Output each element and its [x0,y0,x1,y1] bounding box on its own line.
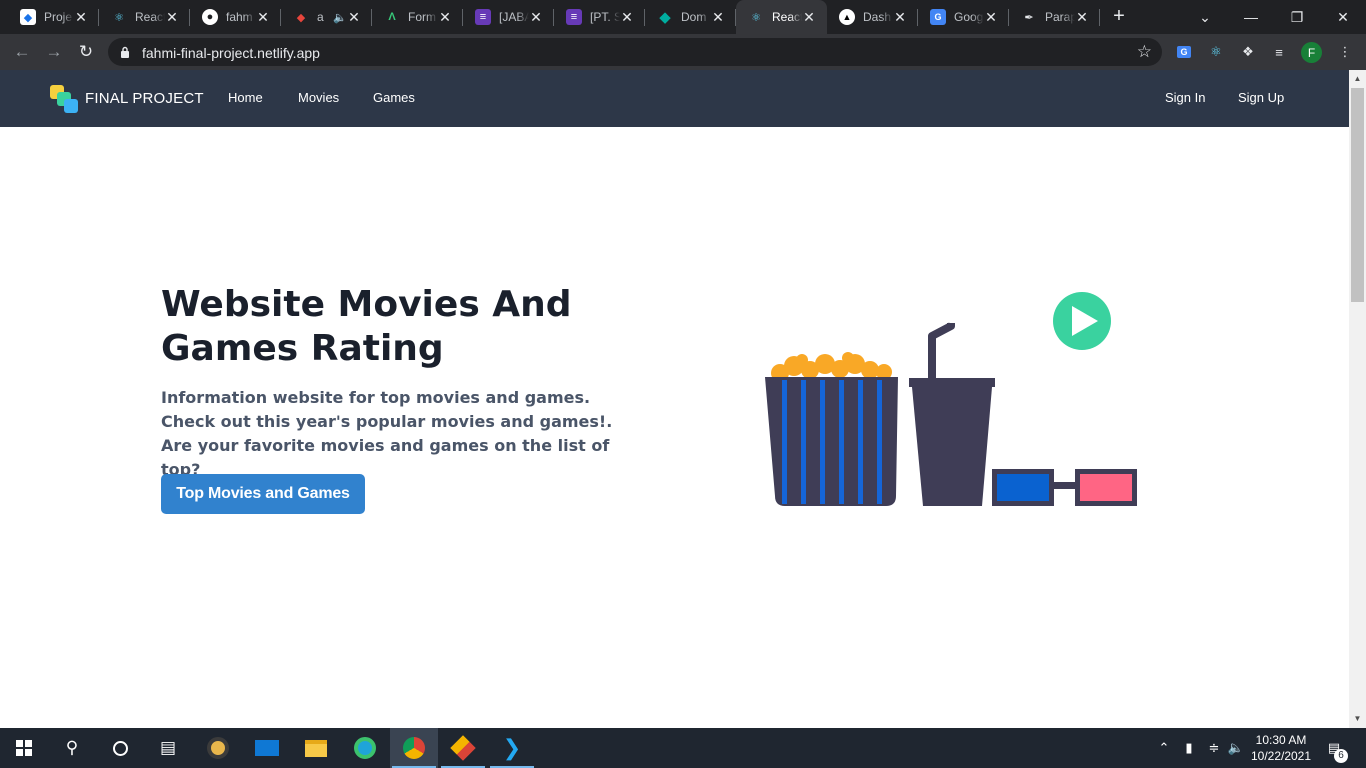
react-icon: ⚛ [114,11,124,24]
list-icon: ≡ [566,9,582,25]
browser-toolbar: ← → ↻ fahmi-final-project.netlify.app ☆ … [0,34,1366,70]
address-bar[interactable]: fahmi-final-project.netlify.app ☆ [108,38,1162,66]
scroll-thumb[interactable] [1351,88,1364,302]
battery-icon[interactable]: ▮ [1178,728,1200,768]
browser-tab[interactable]: ✒ Parap ✕ [1009,0,1100,34]
back-arrow-icon[interactable]: ← [10,40,34,64]
close-tab-icon[interactable]: ✕ [983,9,999,25]
browser-tab[interactable]: ◆ a 🔈 ✕ [281,0,372,34]
browser-tab[interactable]: ⚛ React ✕ [99,0,190,34]
audio-site-icon: ◆ [296,11,306,24]
windows-taskbar: ⚲ ▤ ❯ ⌃ ▮ ≑ 🔈 10:30 AM 10/22/2021 ▤ 6 [0,728,1366,768]
file-explorer-icon[interactable] [292,728,340,768]
tab-search-chevron-icon[interactable]: ⌄ [1182,0,1228,34]
menu-kebab-icon[interactable]: ⋮ [1334,41,1356,63]
diamond-icon: ◆ [659,9,671,26]
browser-tab[interactable]: ▲ Dash ✕ [827,0,918,34]
search-icon[interactable]: ⚲ [48,728,96,768]
scroll-up-arrow-icon[interactable]: ▲ [1349,72,1366,86]
close-tab-icon[interactable]: ✕ [1074,9,1090,25]
groove-music-icon[interactable] [194,728,242,768]
tray-chevron-up-icon[interactable]: ⌃ [1154,728,1174,768]
hero-description: Information website for top movies and g… [161,388,613,479]
play-button-icon [1053,292,1111,350]
hero-title: Website Movies And Games Rating [161,284,572,369]
task-view-icon[interactable]: ▤ [144,728,192,768]
lock-icon [121,46,129,58]
google-translate-extension-icon[interactable]: G [1173,41,1195,63]
browser-tab[interactable]: ● fahm ✕ [190,0,281,34]
close-tab-icon[interactable]: ✕ [892,9,908,25]
chrome-taskbar-icon[interactable] [390,728,438,768]
nav-movies-link[interactable]: Movies [298,90,339,105]
brand-name[interactable]: FINAL PROJECT [85,90,204,107]
website-viewport: FINAL PROJECT Home Movies Games Sign In … [0,70,1349,728]
vercel-icon: ▲ [839,9,855,25]
browser-tab[interactable]: G Goog ✕ [918,0,1009,34]
sign-in-link[interactable]: Sign In [1165,90,1205,105]
feather-icon: ✒ [1024,11,1034,24]
nav-games-link[interactable]: Games [373,90,415,105]
reload-icon[interactable]: ↻ [74,40,98,64]
profile-avatar[interactable]: F [1301,42,1322,63]
close-tab-icon[interactable]: ✕ [164,9,180,25]
github-icon: ● [202,9,218,25]
url-text: fahmi-final-project.netlify.app [142,45,320,61]
react-icon: ⚛ [751,11,761,24]
speaker-icon[interactable]: 🔈 [333,11,347,24]
popcorn-bucket-icon [765,352,898,506]
edge-icon[interactable] [341,728,389,768]
extensions-puzzle-icon[interactable]: ❖ [1237,41,1259,63]
close-tab-icon[interactable]: ✕ [710,9,726,25]
browser-tab-active[interactable]: ⚛ React ✕ [736,0,827,34]
git-app-icon[interactable] [439,728,487,768]
bookmark-star-icon[interactable]: ☆ [1137,42,1152,62]
page-scrollbar[interactable]: ▲ ▼ [1349,70,1366,728]
browser-tab[interactable]: ≡ [PT. S ✕ [554,0,645,34]
vscode-icon[interactable]: ❯ [488,728,536,768]
mail-icon[interactable] [243,728,291,768]
site-favicon-icon: ◆ [20,9,36,25]
close-tab-icon[interactable]: ✕ [801,9,817,25]
sign-up-link[interactable]: Sign Up [1238,90,1284,105]
close-tab-icon[interactable]: ✕ [346,9,362,25]
taskbar-clock[interactable]: 10:30 AM 10/22/2021 [1248,732,1314,764]
minimize-button[interactable]: — [1228,0,1274,34]
cinema-illustration [765,292,1137,506]
close-tab-icon[interactable]: ✕ [528,9,544,25]
nav-home-link[interactable]: Home [228,90,263,105]
logo-icon [50,85,78,113]
browser-tab-strip: ◆ Proje ✕ ⚛ React ✕ ● fahm ✕ ◆ a 🔈 ✕ Λ F… [0,0,1366,34]
site-navbar: FINAL PROJECT Home Movies Games Sign In … [0,70,1349,127]
browser-tab[interactable]: ◆ Dom ✕ [645,0,736,34]
media-control-icon[interactable]: ≡ [1268,41,1290,63]
volume-icon[interactable]: 🔈 [1226,728,1246,768]
react-devtools-icon[interactable]: ⚛ [1205,41,1227,63]
browser-tab[interactable]: Λ Form ✕ [372,0,463,34]
top-movies-games-button[interactable]: Top Movies and Games [161,474,365,514]
restore-button[interactable]: ❐ [1274,0,1320,34]
forward-arrow-icon[interactable]: → [42,40,66,64]
browser-tab[interactable]: ◆ Proje ✕ [8,0,99,34]
close-tab-icon[interactable]: ✕ [437,9,453,25]
close-tab-icon[interactable]: ✕ [73,9,89,25]
clock-date: 10/22/2021 [1250,749,1312,763]
clock-time: 10:30 AM [1255,733,1307,747]
close-tab-icon[interactable]: ✕ [619,9,635,25]
close-tab-icon[interactable]: ✕ [255,9,271,25]
google-translate-icon: G [930,9,946,25]
list-icon: ≡ [475,9,491,25]
wifi-icon[interactable]: ≑ [1203,728,1225,768]
cortana-icon[interactable] [96,728,144,768]
formik-icon: Λ [388,11,396,23]
scroll-down-arrow-icon[interactable]: ▼ [1349,712,1366,726]
browser-tab[interactable]: ≡ [JABA ✕ [463,0,554,34]
soda-cup-icon [909,322,995,506]
new-tab-button[interactable]: + [1108,5,1130,27]
notification-count-badge: 6 [1334,749,1348,763]
start-windows-icon[interactable] [0,728,48,768]
close-window-button[interactable]: ✕ [1320,0,1366,34]
3d-glasses-icon [992,469,1137,506]
